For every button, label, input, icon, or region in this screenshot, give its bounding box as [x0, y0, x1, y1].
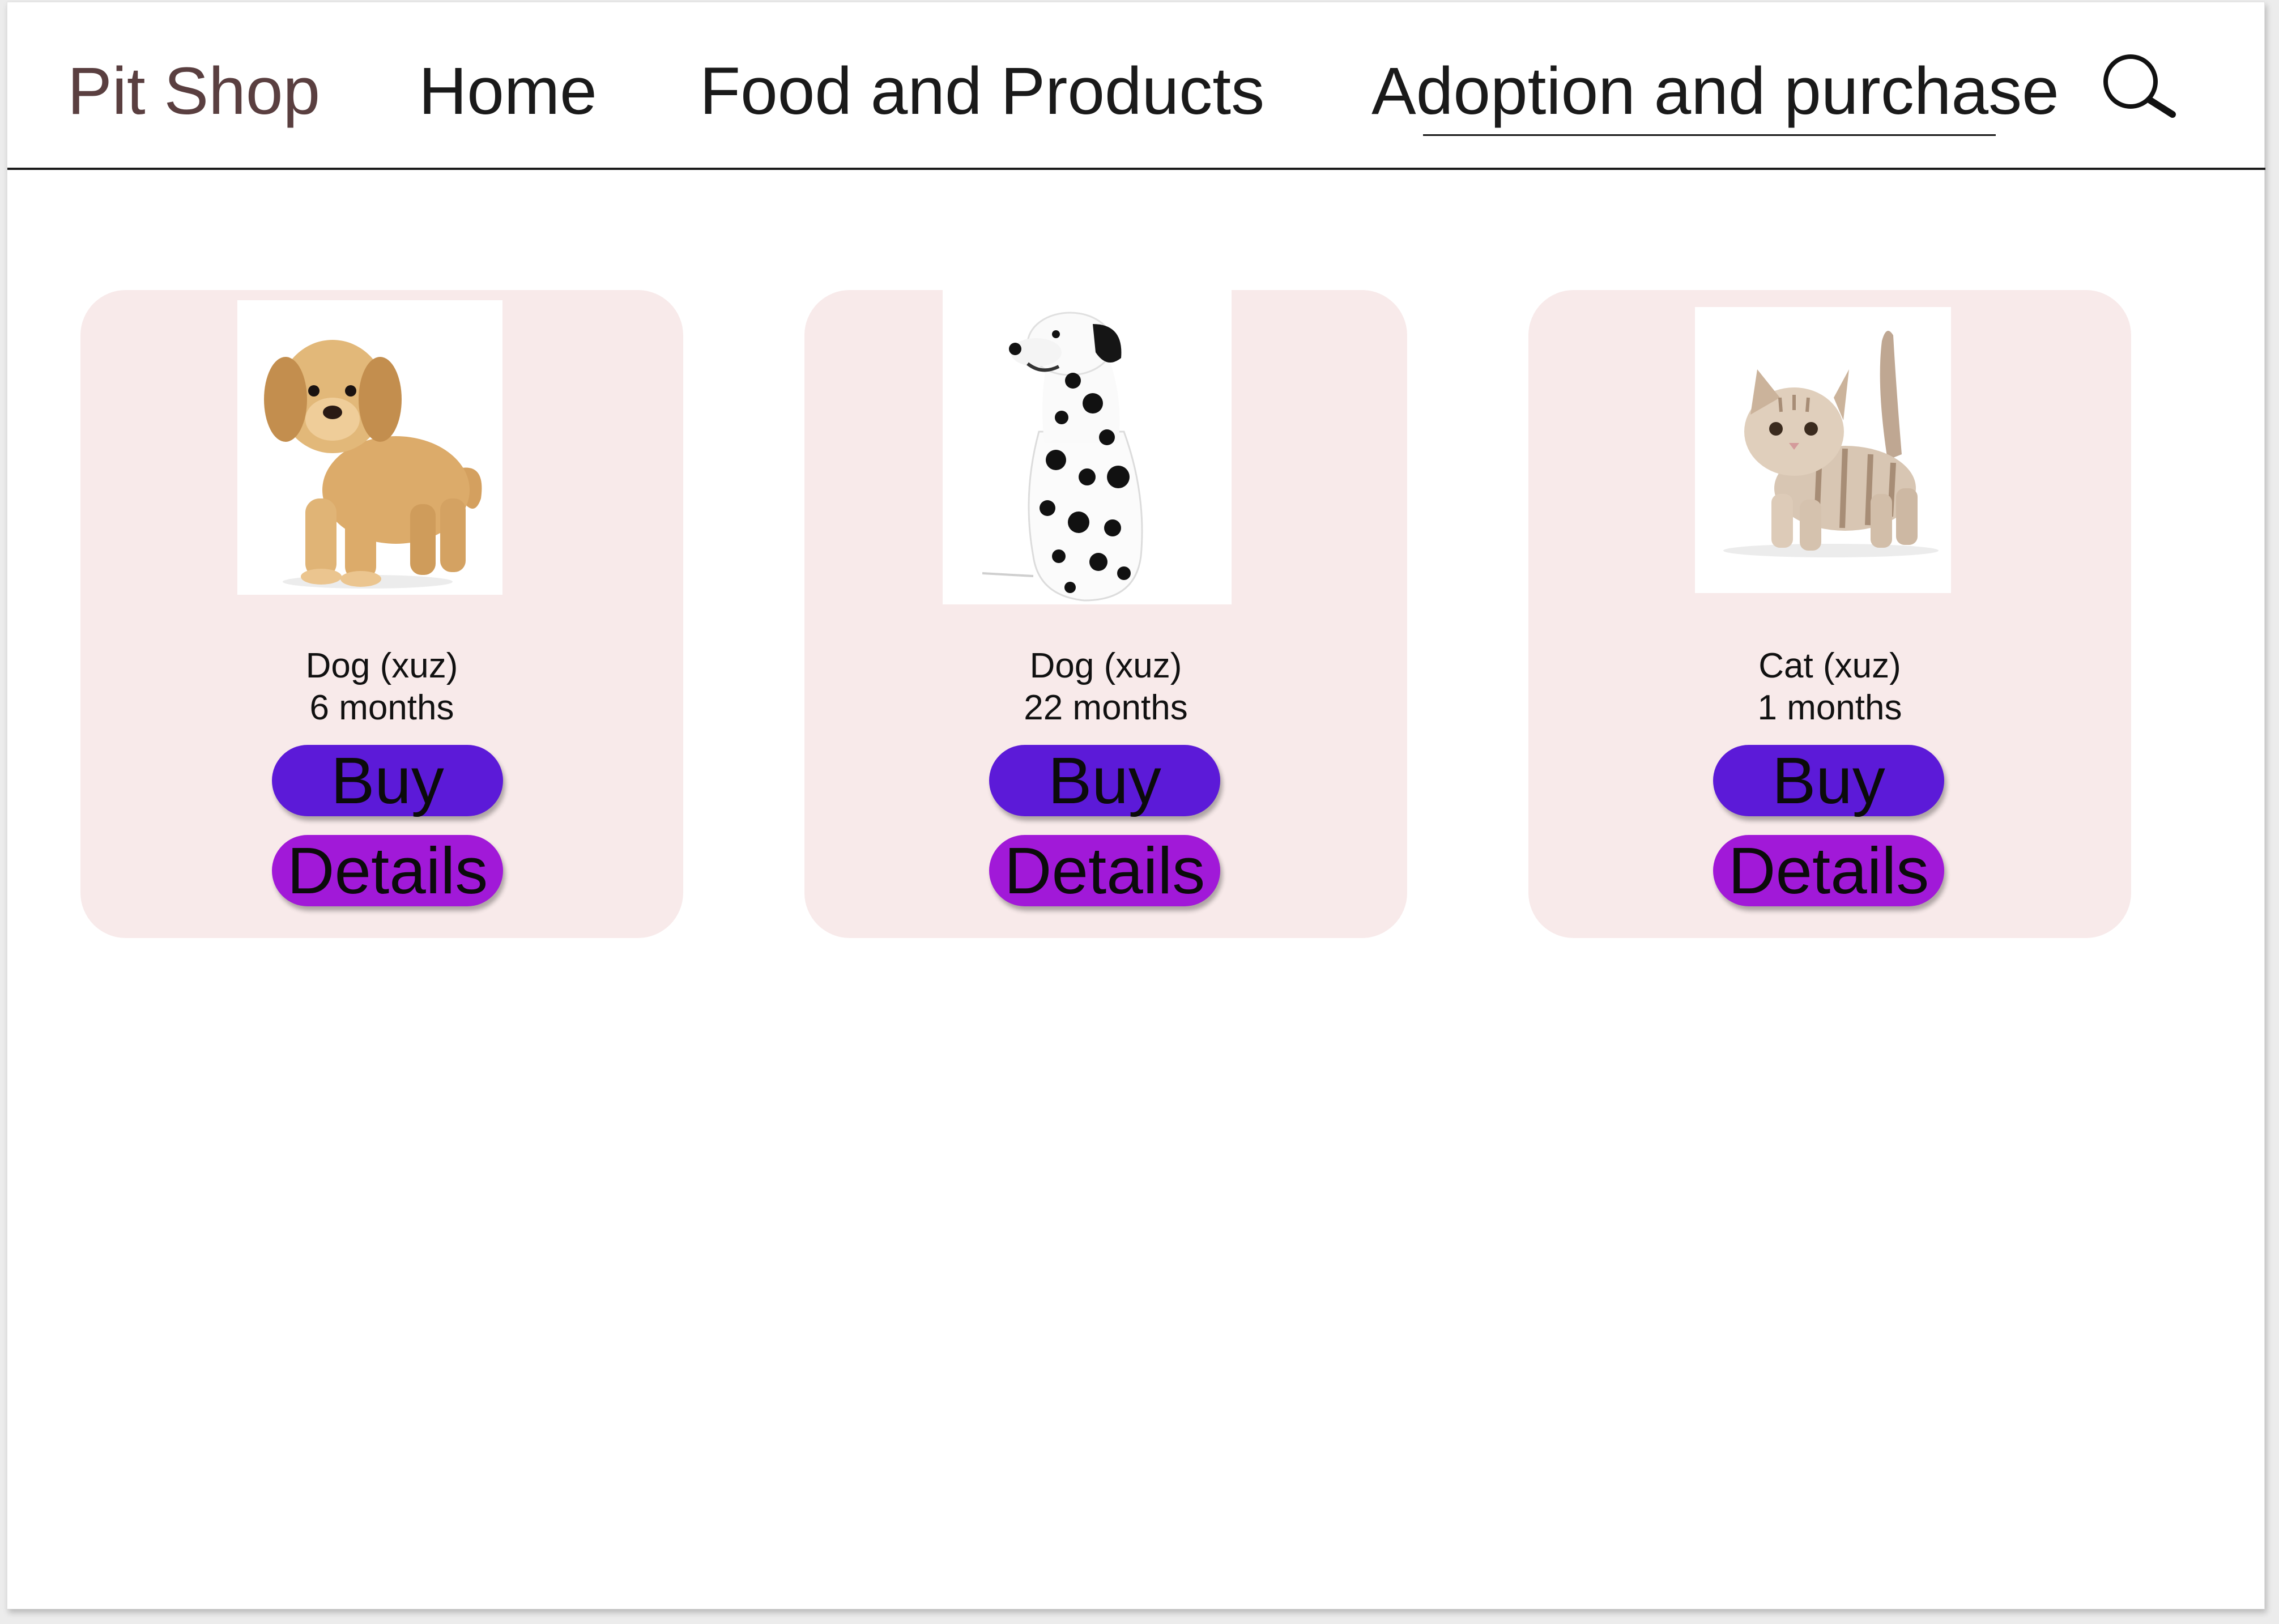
- details-button[interactable]: Details: [1713, 835, 1944, 906]
- buy-button[interactable]: Buy: [272, 745, 503, 816]
- page-frame: Pit Shop Home Food and Products Adoption…: [7, 2, 2265, 1609]
- top-navigation: Pit Shop Home Food and Products Adoption…: [7, 2, 2265, 170]
- pet-card: Dog (xuz) 22 months Buy Details: [804, 290, 1407, 938]
- dalmatian-image: [943, 290, 1232, 604]
- search-icon: [2103, 54, 2176, 118]
- details-button[interactable]: Details: [272, 835, 503, 906]
- tabby-kitten-image: [1695, 307, 1951, 593]
- pet-age: 22 months: [1024, 688, 1188, 727]
- buy-button[interactable]: Buy: [1713, 745, 1944, 816]
- pet-card: Cat (xuz) 1 months Buy Details: [1528, 290, 2131, 938]
- search-button[interactable]: [2097, 52, 2182, 120]
- pet-name: Dog (xuz): [305, 646, 458, 685]
- active-nav-underline: [1423, 134, 1996, 136]
- nav-food-and-products[interactable]: Food and Products: [700, 49, 1264, 134]
- pet-card: Dog (xuz) 6 months Buy Details: [80, 290, 683, 938]
- buy-button[interactable]: Buy: [989, 745, 1220, 816]
- nav-adoption-and-purchase[interactable]: Adoption and purchase: [1371, 49, 2059, 134]
- details-button[interactable]: Details: [989, 835, 1220, 906]
- golden-puppy-image: [237, 300, 502, 595]
- pet-age: 6 months: [309, 688, 454, 727]
- pet-name: Cat (xuz): [1758, 646, 1901, 685]
- nav-home[interactable]: Home: [419, 49, 597, 134]
- pet-age: 1 months: [1757, 688, 1902, 727]
- pet-name: Dog (xuz): [1029, 646, 1182, 685]
- brand-logo[interactable]: Pit Shop: [67, 49, 320, 134]
